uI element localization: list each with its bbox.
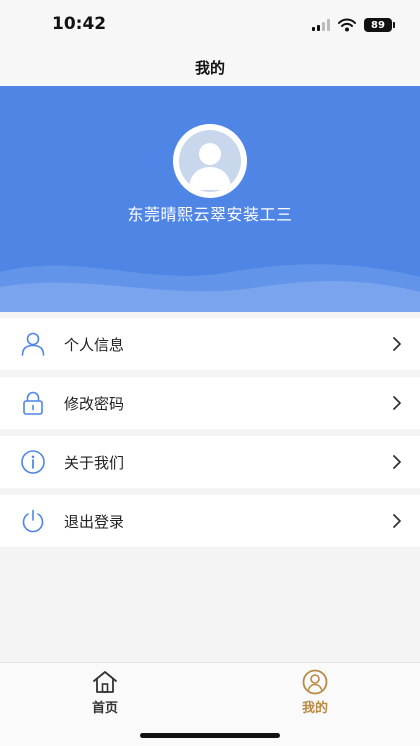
avatar-placeholder-icon: [179, 130, 241, 192]
lock-icon: [23, 391, 43, 415]
menu-item-label: 个人信息: [64, 335, 125, 354]
menu-item-about-us[interactable]: 关于我们: [0, 436, 420, 488]
tab-mine-label: 我的: [301, 701, 328, 716]
user-name: 东莞晴熙云翠安装工三: [127, 205, 293, 224]
settings-menu: 个人信息 修改密码 关于我们 退出登录: [0, 318, 420, 554]
menu-item-change-password[interactable]: 修改密码: [0, 377, 420, 429]
chevron-right-icon: [393, 514, 401, 528]
chevron-right-icon: [393, 396, 401, 410]
nav-bar: 我的: [0, 48, 420, 86]
person-icon: [21, 332, 45, 356]
power-icon: [22, 509, 44, 533]
info-icon: [21, 450, 45, 474]
avatar[interactable]: [173, 124, 247, 198]
decorative-waves: [0, 264, 420, 312]
menu-item-label: 退出登录: [64, 512, 125, 531]
menu-item-label: 修改密码: [64, 394, 125, 413]
chevron-right-icon: [393, 455, 401, 469]
status-bar: 10:42 89: [0, 0, 420, 48]
battery-icon: 89: [364, 18, 395, 32]
wifi-icon: [338, 18, 356, 32]
menu-item-logout[interactable]: 退出登录: [0, 495, 420, 547]
profile-icon: [302, 669, 328, 695]
menu-item-label: 关于我们: [64, 453, 125, 472]
tab-home-label: 首页: [91, 701, 118, 716]
home-icon: [93, 671, 117, 693]
tab-mine[interactable]: 我的: [275, 669, 355, 716]
tab-home[interactable]: 首页: [65, 669, 145, 716]
profile-banner: 东莞晴熙云翠安装工三: [0, 86, 420, 312]
page-title: 我的: [194, 58, 225, 77]
status-indicators: 89: [312, 16, 395, 34]
menu-item-personal-info[interactable]: 个人信息: [0, 318, 420, 370]
signal-icon: [312, 19, 330, 31]
home-indicator: [140, 733, 280, 738]
chevron-right-icon: [393, 337, 401, 351]
status-time: 10:42: [52, 14, 107, 34]
